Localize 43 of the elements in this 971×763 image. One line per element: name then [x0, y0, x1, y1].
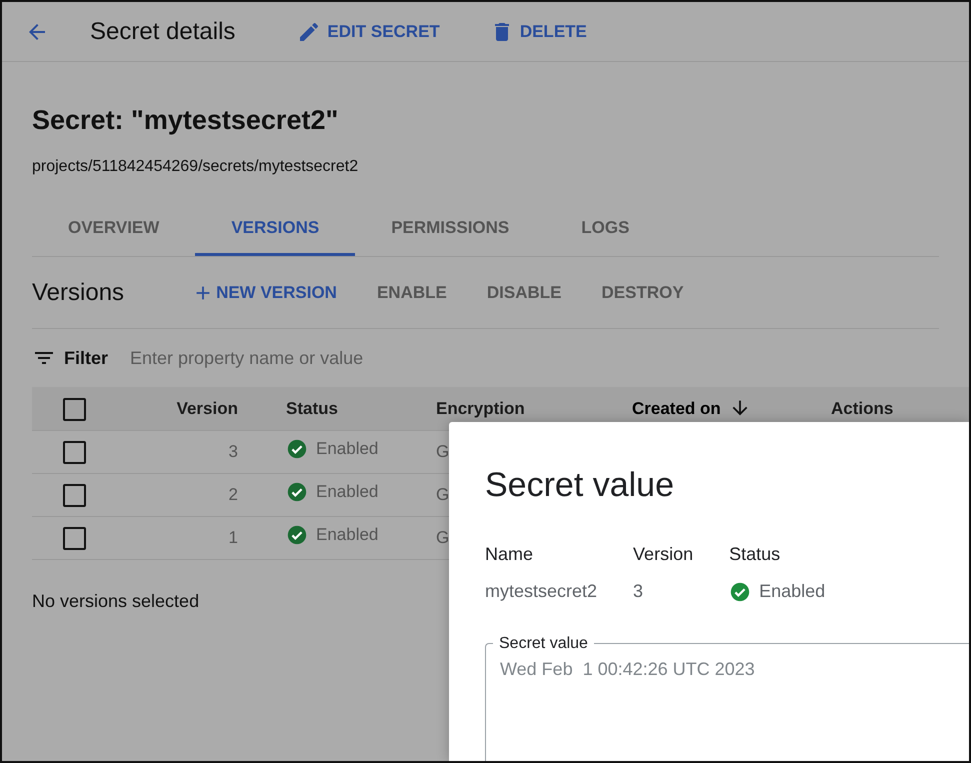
- field-label: Version: [633, 543, 694, 566]
- tab[interactable]: OVERVIEW: [32, 204, 196, 256]
- tab[interactable]: PERMISSIONS: [355, 204, 546, 256]
- status-text: Enabled: [316, 480, 378, 503]
- encryption-cell: G: [436, 484, 450, 504]
- version-cell: 3: [228, 442, 238, 461]
- version-cell: 2: [228, 484, 238, 504]
- edit-button[interactable]: EDIT SECRET: [291, 14, 446, 48]
- tab[interactable]: LOGS: [545, 204, 666, 256]
- dialog-title: Secret value: [485, 465, 675, 506]
- page-title: Secret details: [90, 16, 236, 46]
- encryption-cell: G: [436, 442, 450, 461]
- new-version-button[interactable]: NEW VERSION: [184, 276, 345, 310]
- checkbox[interactable]: [62, 484, 86, 507]
- status-text: Enabled: [316, 438, 378, 460]
- selection-status: No versions selected: [32, 590, 200, 612]
- field-label: Name: [485, 543, 534, 566]
- column-header: Status: [286, 398, 338, 420]
- field-value: 3: [633, 580, 644, 603]
- status-text: Enabled: [759, 580, 826, 603]
- field-label: Status: [729, 543, 782, 566]
- delete-button[interactable]: DELETE: [484, 14, 593, 48]
- status-text: Enabled: [316, 524, 378, 546]
- encryption-cell: G: [436, 528, 450, 547]
- checkbox[interactable]: [62, 526, 86, 550]
- version-cell: 1: [228, 528, 238, 547]
- check-circle-icon: [286, 480, 308, 503]
- column-header: Created on: [632, 398, 721, 420]
- column-header: Encryption: [436, 398, 525, 420]
- filter-field[interactable]: Enter property name or value: [128, 344, 548, 372]
- tab[interactable]: VERSIONS: [195, 204, 356, 256]
- section-title: Versions: [32, 278, 124, 308]
- checkbox[interactable]: [62, 398, 86, 421]
- secret-title: Secret: "mytestsecret2": [32, 104, 340, 137]
- filter-label: Filter: [64, 346, 108, 370]
- check-circle-icon: [286, 438, 308, 460]
- field-value: mytestsecret2: [485, 580, 598, 603]
- checkbox[interactable]: [62, 440, 86, 464]
- column-header: Actions: [831, 398, 894, 420]
- secret-path: projects/511842454269/secrets/mytestsecret2: [32, 156, 360, 176]
- column-header: Version: [176, 398, 238, 420]
- check-circle-icon: [729, 580, 752, 602]
- check-circle-icon: [286, 524, 308, 546]
